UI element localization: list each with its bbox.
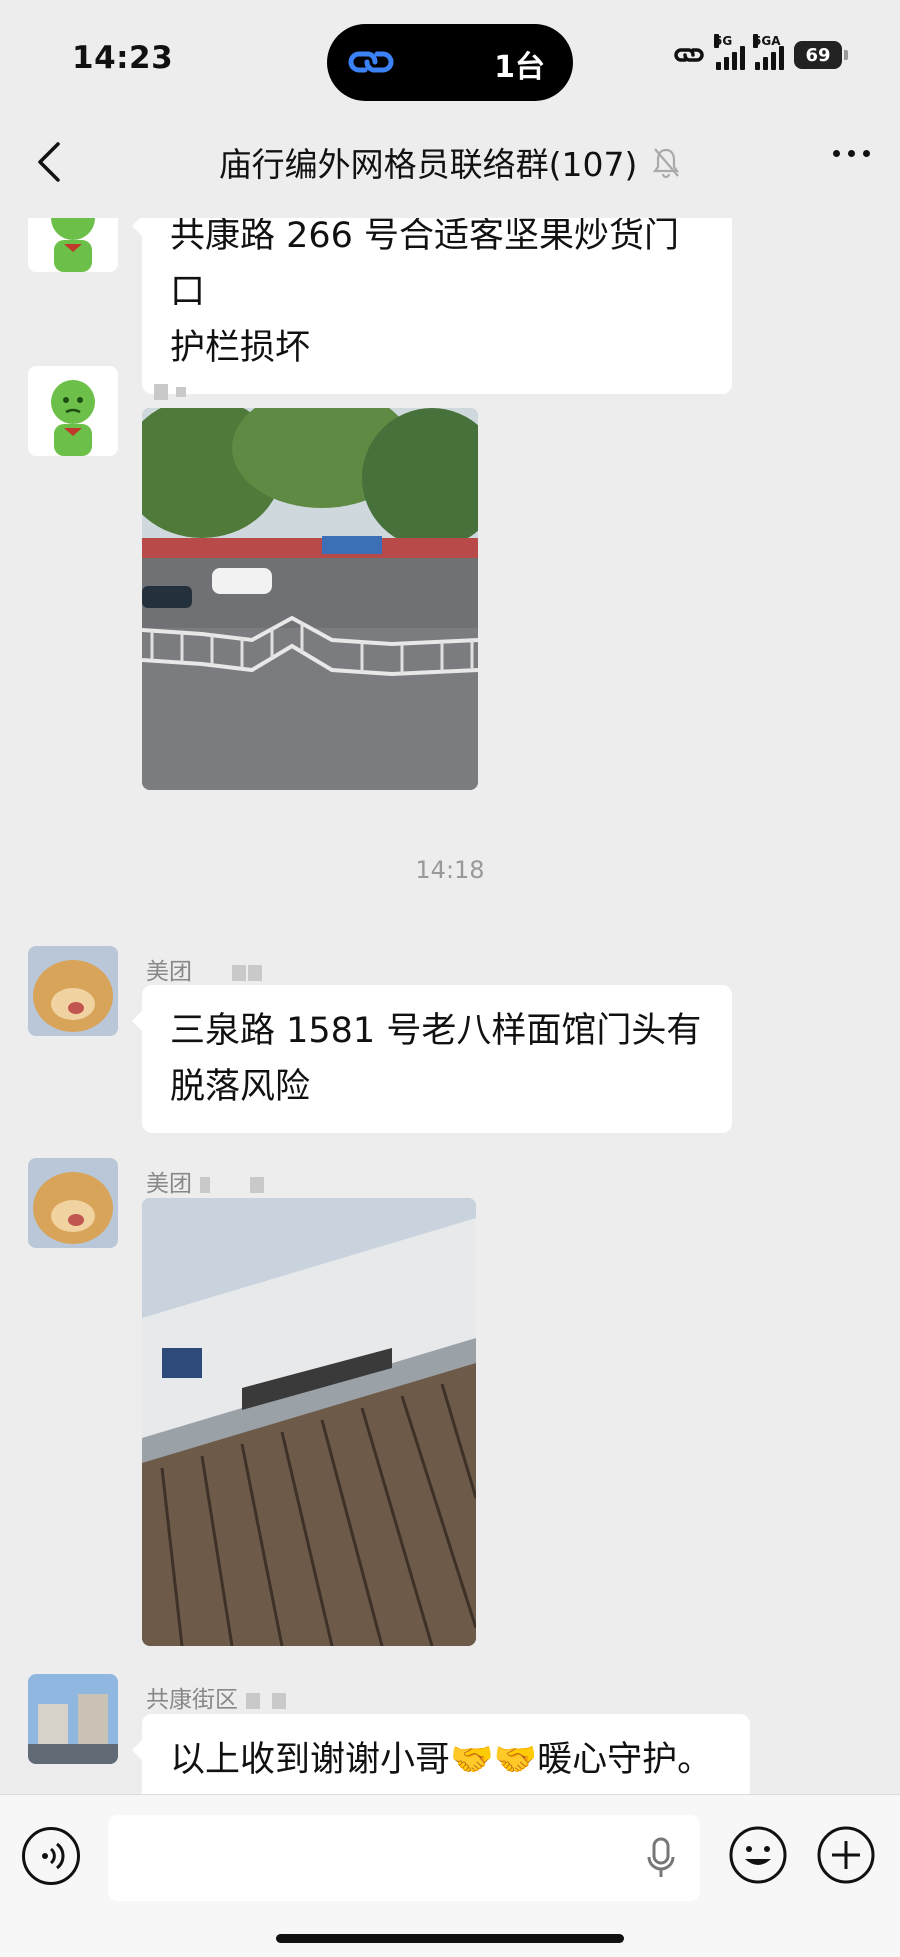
redacted-name [250,1176,264,1193]
sender-nickname [146,378,186,404]
message-bubble[interactable]: 以上收到谢谢小哥🤝🤝暖心守护。 [132,1714,750,1794]
message-line: 脱落风险 [170,1067,311,1107]
message-bubble[interactable]: 三泉路 1581 号老八样面馆门头有 脱落风险 [132,985,732,1133]
chat-title-bar: 庙行编外网格员联络群(107) [0,138,900,186]
status-time: 14:23 [72,40,174,76]
island-text: 1台 [494,50,545,85]
cat-avatar-icon [28,946,118,1036]
message-bubble[interactable]: 共康路 266 号合适客坚果炒货门口 护栏损坏 [132,218,732,394]
redacted-name [176,386,186,397]
more-options-button[interactable] [833,150,870,157]
input-bar [0,1794,900,1957]
message-line: 共康路 266 号合适客坚果炒货门口 [170,218,680,312]
battery-indicator: 69 [794,41,848,69]
cat-avatar-icon [28,1158,118,1248]
plus-icon[interactable] [816,1825,876,1885]
sender-nickname: 共康街区 [146,1680,286,1714]
more-dot [863,150,870,157]
emoji-icon[interactable] [728,1825,788,1885]
signal-5ga-icon: 5GA [753,34,784,70]
redacted-name [246,1692,260,1709]
chat-message-list[interactable]: 共康路 266 号合适客坚果炒货门口 护栏损坏 14:18 美团 三泉路 158… [0,218,900,1794]
chat-title: 庙行编外网格员联络群(107) [218,145,638,184]
image-message-storefront[interactable] [142,1198,476,1646]
bell-muted-icon [653,148,680,179]
message-timestamp: 14:18 [415,856,485,884]
avatar-turtle[interactable] [28,218,118,272]
dynamic-island[interactable]: 1台 [327,24,573,101]
link-icon [348,51,394,73]
storefront-signboard-photo [142,1198,476,1646]
turtle-avatar-icon [28,366,118,456]
message-line: 护栏损坏 [170,328,311,368]
message-line: 三泉路 1581 号老八样面馆门头有 [170,1011,702,1051]
redacted-name [200,1176,210,1193]
message-input[interactable] [108,1815,700,1901]
sender-nickname: 美团 [146,1164,264,1198]
link-status-icon [674,48,704,62]
street-avatar-icon [28,1674,118,1764]
avatar-cat[interactable] [28,1158,118,1248]
message-line: 以上收到谢谢小哥🤝🤝暖心守护。 [170,1740,713,1780]
redacted-name [248,964,262,981]
mic-icon[interactable] [646,1837,676,1881]
voice-input-button[interactable] [22,1827,80,1885]
voice-icon [42,1842,65,1870]
redacted-name [272,1692,286,1709]
status-indicators: 5G 5GA 69 [672,34,848,70]
image-message-guardrail[interactable] [142,408,478,790]
avatar-street[interactable] [28,1674,118,1764]
more-dot [833,150,840,157]
avatar-cat[interactable] [28,946,118,1036]
signal-5g-icon: 5G [714,34,745,70]
redacted-name [154,383,168,400]
more-dot [848,150,855,157]
avatar-turtle[interactable] [28,366,118,456]
redacted-name [232,964,246,981]
street-guardrail-photo [142,408,478,790]
sender-nickname: 美团 [146,952,262,986]
home-indicator[interactable] [276,1934,624,1943]
turtle-avatar-icon [28,218,118,272]
